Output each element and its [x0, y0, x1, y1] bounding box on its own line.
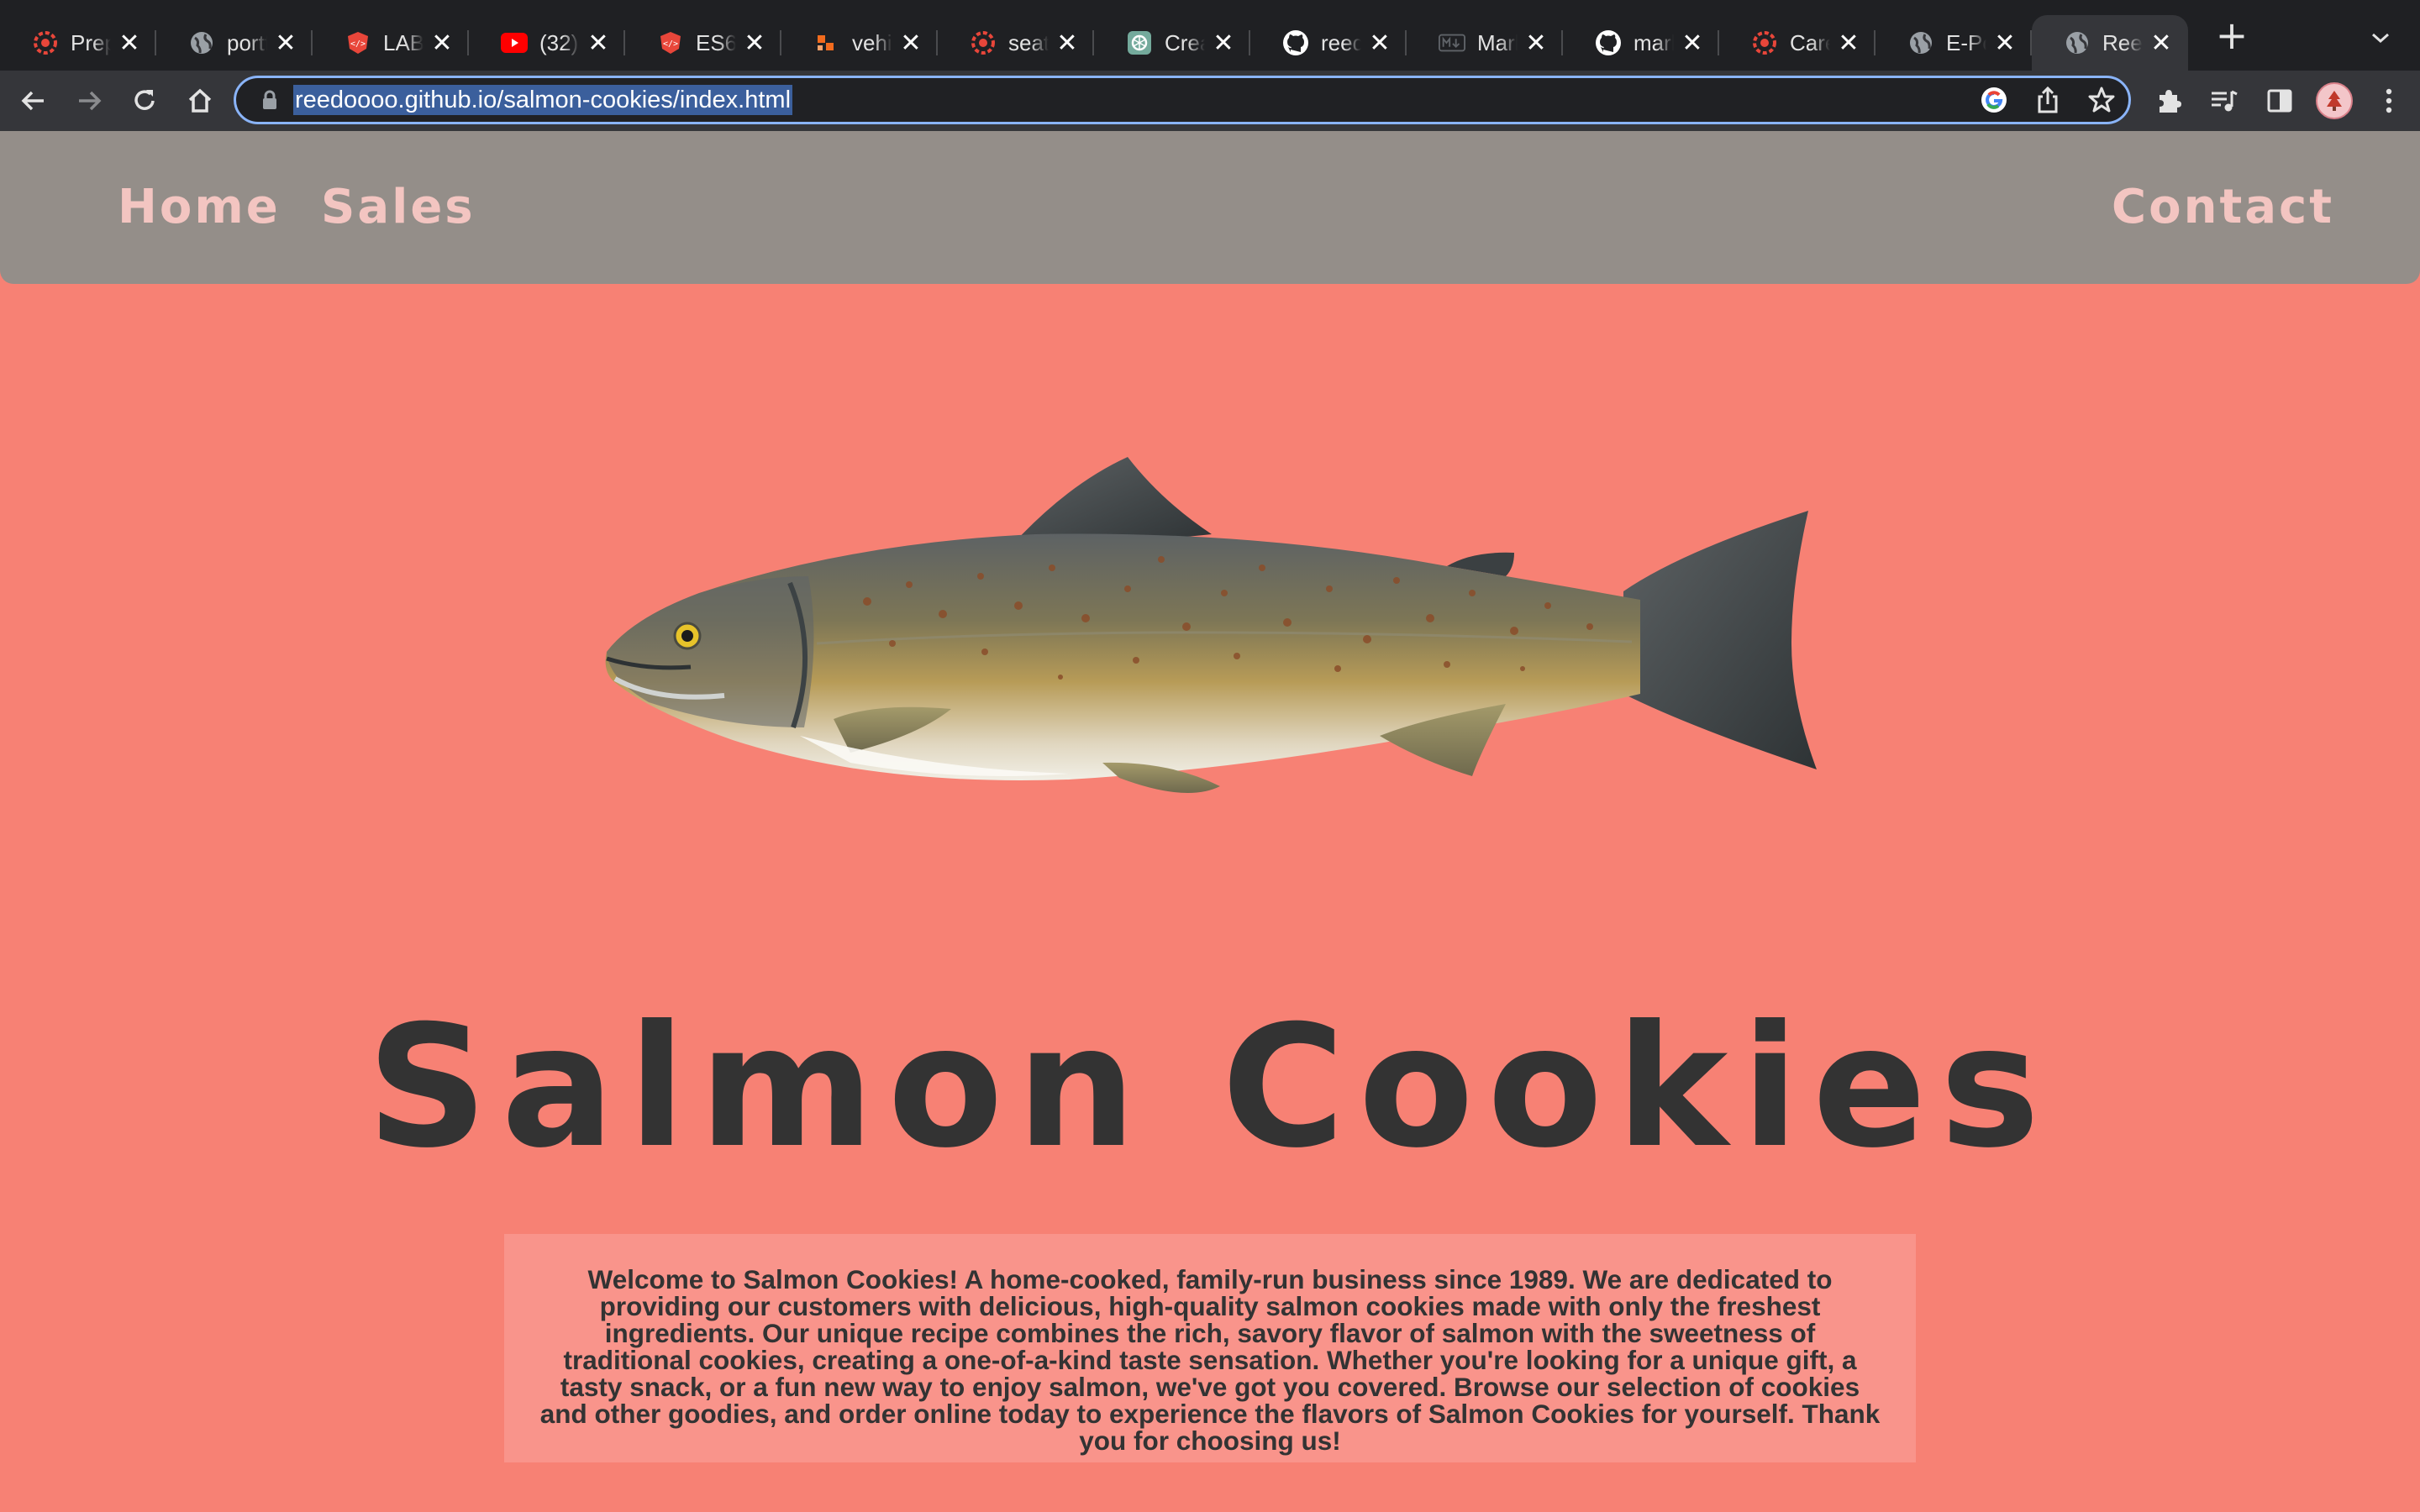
extensions-puzzle-icon[interactable] — [2149, 81, 2188, 120]
nav-home-link[interactable]: Home — [118, 180, 281, 234]
globe-icon — [2064, 29, 2091, 56]
kebab-menu-icon[interactable] — [2370, 81, 2408, 120]
tab-label: Caree — [1790, 29, 1830, 55]
google-lens-icon[interactable] — [1975, 81, 2012, 118]
tab-seattle[interactable]: seatt ✕ — [938, 15, 1094, 71]
close-icon[interactable]: ✕ — [1368, 29, 1392, 58]
tab-vehicle[interactable]: vehic ✕ — [781, 15, 938, 71]
home-button[interactable] — [178, 79, 222, 123]
arrow-right-icon — [79, 91, 102, 111]
codefellows-icon — [1751, 29, 1778, 56]
tab-search-chevron-icon[interactable] — [2366, 24, 2395, 52]
url-text[interactable]: reedoooo.github.io/salmon-cookies/index.… — [293, 85, 793, 115]
youtube-icon — [501, 29, 528, 56]
nav-sales-link[interactable]: Sales — [321, 180, 476, 234]
github-icon — [1595, 29, 1622, 56]
tab-label: Creat — [1165, 29, 1205, 55]
forward-button[interactable] — [67, 79, 111, 123]
page-title: Salmon Cookies — [366, 990, 2054, 1185]
codefellows-lab-icon: </> — [345, 29, 371, 56]
address-bar[interactable]: reedoooo.github.io/salmon-cookies/index.… — [234, 76, 2131, 124]
profile-avatar[interactable] — [2316, 82, 2353, 119]
orange-blocks-icon — [813, 29, 840, 56]
close-icon[interactable]: ✕ — [1212, 29, 1235, 58]
tab-github-reedo[interactable]: reedo ✕ — [1250, 15, 1407, 71]
tab-label: portfo — [227, 29, 267, 55]
salmon-fish-icon — [605, 457, 1817, 793]
tab-youtube[interactable]: (32) I ✕ — [469, 15, 625, 71]
reload-icon — [134, 90, 155, 110]
openai-icon — [1126, 29, 1153, 56]
reload-button[interactable] — [123, 79, 166, 123]
github-icon — [1282, 29, 1309, 56]
close-icon[interactable]: ✕ — [274, 29, 297, 58]
close-icon[interactable]: ✕ — [899, 29, 923, 58]
tab-career[interactable]: Caree ✕ — [1719, 15, 1876, 71]
globe-icon — [1907, 29, 1934, 56]
home-icon — [188, 88, 212, 113]
close-icon[interactable]: ✕ — [1055, 29, 1079, 58]
tab-es6[interactable]: </> ES6 C ✕ — [625, 15, 781, 71]
close-icon[interactable]: ✕ — [2149, 29, 2173, 58]
arrow-left-icon — [21, 91, 44, 111]
tab-label: vehic — [852, 29, 892, 55]
browser-tab-bar: Prep: ✕ portfo ✕ </> LAB: ✕ (32) I ✕ </>… — [0, 0, 2420, 71]
tab-label: seatt — [1008, 29, 1049, 55]
tab-reed-active[interactable]: Reed ✕ — [2032, 15, 2188, 71]
media-queue-icon[interactable] — [2205, 81, 2244, 120]
site-nav: Home Sales Contact — [0, 131, 2420, 284]
nav-contact-link[interactable]: Contact — [2112, 180, 2334, 234]
tab-label: E-Po — [1946, 29, 1986, 55]
tab-e-portfolio[interactable]: E-Po ✕ — [1876, 15, 2032, 71]
tree-crest-icon — [2327, 91, 2342, 111]
svg-text:</>: </> — [663, 39, 678, 49]
tab-label: (32) I — [539, 29, 580, 55]
close-icon[interactable]: ✕ — [430, 29, 454, 58]
tab-portfolio[interactable]: portfo ✕ — [156, 15, 313, 71]
tab-label: mark — [1634, 29, 1674, 55]
close-icon[interactable]: ✕ — [1681, 29, 1704, 58]
browser-toolbar: reedoooo.github.io/salmon-cookies/index.… — [0, 71, 2420, 131]
tab-label: Mark — [1477, 29, 1518, 55]
codefellows-lab-icon: </> — [657, 29, 684, 56]
tab-lab[interactable]: </> LAB: ✕ — [313, 15, 469, 71]
close-icon[interactable]: ✕ — [1993, 29, 2017, 58]
back-button[interactable] — [12, 79, 55, 123]
salmon-image — [598, 450, 1825, 820]
markdown-icon — [1439, 29, 1465, 56]
tab-label: ES6 C — [696, 29, 736, 55]
close-icon[interactable]: ✕ — [743, 29, 766, 58]
tab-github-mark[interactable]: mark ✕ — [1563, 15, 1719, 71]
close-icon[interactable]: ✕ — [587, 29, 610, 58]
globe-icon — [188, 29, 215, 56]
close-icon[interactable]: ✕ — [118, 29, 141, 58]
tab-markdown[interactable]: Mark ✕ — [1407, 15, 1563, 71]
close-icon[interactable]: ✕ — [1524, 29, 1548, 58]
tab-create[interactable]: Creat ✕ — [1094, 15, 1250, 71]
tab-label: reedo — [1321, 29, 1361, 55]
tab-prep[interactable]: Prep: ✕ — [0, 15, 156, 71]
bookmark-star-icon[interactable] — [2083, 81, 2120, 118]
tab-label: LAB: — [383, 29, 424, 55]
codefellows-icon — [32, 29, 59, 56]
welcome-paragraph: Welcome to Salmon Cookies! A home-cooked… — [504, 1234, 1916, 1462]
codefellows-icon — [970, 29, 997, 56]
new-tab-button[interactable]: + — [2207, 10, 2257, 60]
side-panel-icon[interactable] — [2260, 81, 2299, 120]
tab-label: Prep: — [71, 29, 111, 55]
svg-text:</>: </> — [350, 39, 366, 49]
lock-icon[interactable] — [256, 87, 283, 113]
tab-label: Reed — [2102, 29, 2143, 55]
close-icon[interactable]: ✕ — [1837, 29, 1860, 58]
share-icon[interactable] — [2029, 81, 2066, 118]
